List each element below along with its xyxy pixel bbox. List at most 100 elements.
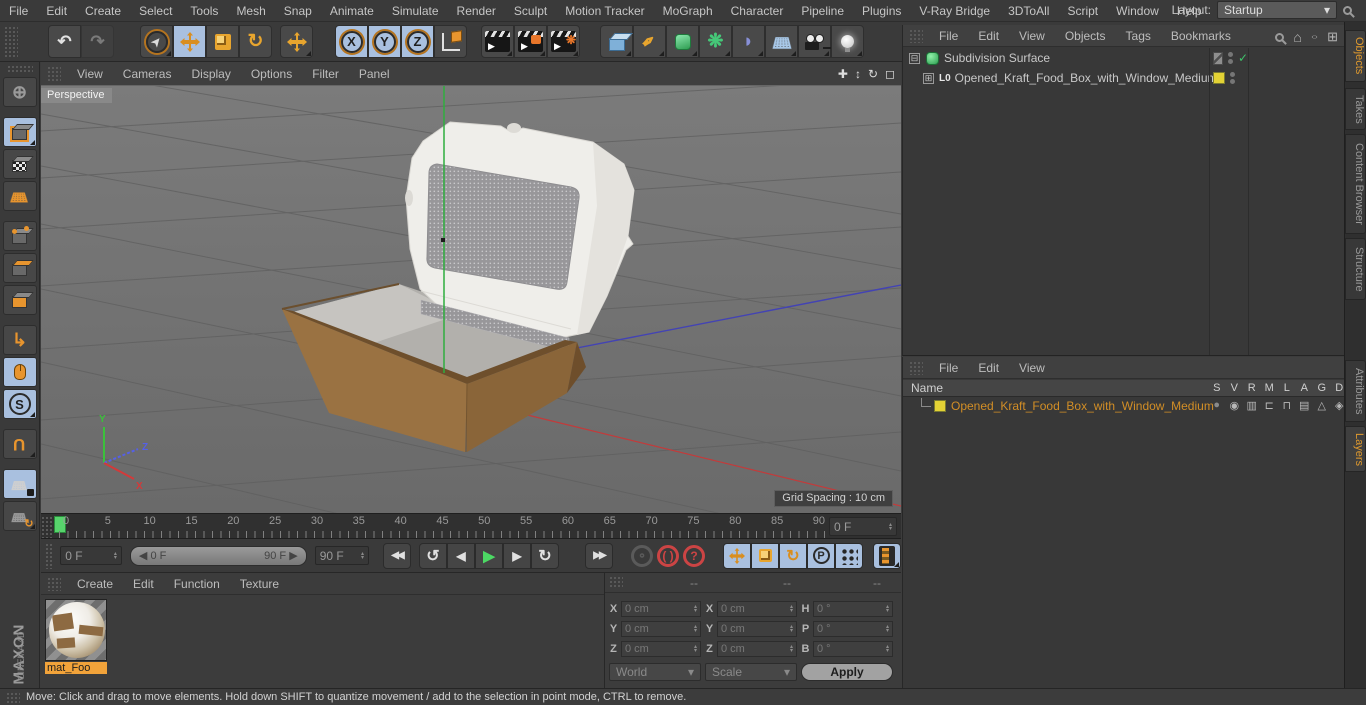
menu-file[interactable]: File [0, 0, 37, 22]
vp-menu-cameras[interactable]: Cameras [113, 67, 182, 81]
pos-x-field[interactable]: ▴▾ [621, 601, 701, 617]
tab-structure[interactable]: Structure [1345, 238, 1366, 300]
rot-p-field[interactable]: ▴▾ [813, 621, 893, 637]
coordinates-grip[interactable] [609, 576, 623, 589]
search-icon[interactable] [1275, 32, 1285, 42]
frame-range-slider[interactable]: ◀ 0 F 90 F ▶ [129, 545, 307, 566]
col-animation[interactable]: A [1296, 382, 1314, 394]
timeline-ruler[interactable]: 05 10 15 20 25 30 35 40 45 50 55 60 65 70 75 80… [41, 513, 901, 539]
scale-x-field[interactable]: ▴▾ [717, 601, 797, 617]
menu-create[interactable]: Create [76, 0, 130, 22]
redo-button[interactable]: ↷ [81, 25, 114, 58]
camera-rotate-icon[interactable]: ↻ [868, 67, 878, 81]
go-to-start-button[interactable]: ◀◀ [383, 542, 411, 569]
material-grip[interactable] [47, 576, 61, 591]
col-generators[interactable]: G [1313, 382, 1331, 394]
ruler-grip[interactable] [41, 516, 53, 538]
end-frame-field[interactable]: 90 F ▴ ▾ [314, 546, 369, 565]
layer-row[interactable]: Opened_Kraft_Food_Box_with_Window_Medium… [903, 397, 1345, 414]
go-to-end-button[interactable]: ▶▶ [585, 542, 613, 569]
generators-toggle-icon[interactable]: △ [1313, 399, 1331, 412]
lock-toggle-icon[interactable]: ⊓ [1278, 399, 1296, 412]
menu-sculpt[interactable]: Sculpt [505, 0, 556, 22]
range-right-icon[interactable]: ▶ [289, 550, 297, 562]
om-menu-tags[interactable]: Tags [1116, 29, 1161, 43]
start-frame-field[interactable]: 0 F ▴ ▾ [60, 546, 122, 565]
lock-x-axis-button[interactable]: X [335, 25, 368, 58]
om-menu-edit[interactable]: Edit [968, 29, 1009, 43]
vp-menu-view[interactable]: View [67, 67, 113, 81]
texture-mode-button[interactable] [2, 149, 37, 179]
add-array-button[interactable]: ❋ [699, 25, 732, 58]
lock-y-axis-button[interactable]: Y [368, 25, 401, 58]
range-left-icon[interactable]: ◀ [139, 550, 147, 562]
menu-script[interactable]: Script [1058, 0, 1107, 22]
key-position-button[interactable] [723, 542, 751, 569]
scale-z-field[interactable]: ▴▾ [717, 641, 797, 657]
menu-render[interactable]: Render [448, 0, 505, 22]
menu-3dtoall[interactable]: 3DToAll [999, 0, 1058, 22]
menu-mesh[interactable]: Mesh [227, 0, 274, 22]
layer-color-swatch[interactable] [1213, 72, 1225, 84]
polygons-mode-button[interactable] [2, 285, 37, 315]
scale-y-field[interactable]: ▴▾ [717, 621, 797, 637]
add-subdivision-surface-button[interactable] [666, 25, 699, 58]
current-frame-field[interactable]: 0 F ▴ ▾ [829, 517, 897, 536]
col-lock[interactable]: L [1278, 382, 1296, 394]
next-frame-button[interactable]: ▶ [503, 542, 531, 569]
make-editable-button[interactable]: ⊕ [2, 77, 37, 107]
visibility-dots[interactable] [1230, 72, 1235, 84]
add-light-button[interactable] [831, 25, 864, 58]
key-parameters-button[interactable]: P [807, 542, 835, 569]
points-mode-button[interactable] [2, 221, 37, 251]
view-toggle-icon[interactable]: ◉ [1226, 399, 1244, 412]
tab-takes[interactable]: Takes [1345, 88, 1366, 130]
timeline-mode-button[interactable] [873, 542, 901, 569]
transport-grip[interactable] [45, 542, 55, 569]
animation-toggle-icon[interactable]: ▤ [1296, 399, 1314, 412]
viewport-grip[interactable] [47, 65, 61, 82]
search-icon[interactable] [1343, 5, 1352, 15]
coordinate-system-button[interactable] [434, 25, 467, 58]
tab-layers[interactable]: Layers [1345, 426, 1366, 472]
add-primitive-button[interactable] [600, 25, 633, 58]
viewport-solo-button[interactable] [2, 357, 37, 387]
next-key-button[interactable]: ↻ [531, 542, 559, 569]
name-column-header[interactable]: Name [911, 381, 943, 395]
snap-settings-button[interactable]: S [2, 389, 37, 419]
om-menu-view[interactable]: View [1009, 29, 1055, 43]
lock-workplane-button[interactable]: ▦ [2, 469, 37, 499]
workplane-options-button[interactable]: ▦ ↻ [2, 501, 37, 531]
keyframe-help-button[interactable]: ? [683, 544, 705, 567]
render-settings-button[interactable]: ❋ ▶ [547, 25, 580, 58]
leftbar-grip[interactable] [6, 65, 33, 73]
mat-menu-function[interactable]: Function [164, 577, 230, 591]
manager-toggle-icon[interactable]: ⊏ [1261, 399, 1279, 412]
rot-b-field[interactable]: ▴▾ [813, 641, 893, 657]
spinner-icon[interactable]: ▴ ▾ [889, 522, 892, 532]
apply-button[interactable]: Apply [801, 663, 893, 681]
autokey-button[interactable]: ( ) [657, 544, 679, 567]
viewport-canvas[interactable]: Y Z X Perspective Grid Spacing : 10 cm [41, 86, 901, 513]
object-name[interactable]: Opened_Kraft_Food_Box_with_Window_Medium [955, 71, 1218, 85]
tab-objects[interactable]: Objects [1345, 30, 1366, 82]
vp-menu-options[interactable]: Options [241, 67, 302, 81]
record-key-button[interactable]: ⚬ [631, 544, 653, 567]
key-scale-button[interactable] [751, 542, 779, 569]
menu-tools[interactable]: Tools [181, 0, 227, 22]
layout-select[interactable]: Startup ▾ [1217, 1, 1337, 19]
rot-h-field[interactable]: ▴▾ [813, 601, 893, 617]
model-mode-button[interactable] [2, 117, 37, 147]
om-menu-objects[interactable]: Objects [1055, 29, 1116, 43]
om-menu-bookmarks[interactable]: Bookmarks [1161, 29, 1241, 43]
menu-animate[interactable]: Animate [321, 0, 383, 22]
object-row-kraft-box[interactable]: ⊞ L0 Opened_Kraft_Food_Box_with_Window_M… [903, 68, 1218, 88]
menu-pipeline[interactable]: Pipeline [792, 0, 853, 22]
menu-window[interactable]: Window [1107, 0, 1168, 22]
viewport-maximize-icon[interactable]: ◻ [885, 67, 895, 81]
menu-plugins[interactable]: Plugins [853, 0, 910, 22]
render-picture-viewer-button[interactable]: ▶ [514, 25, 547, 58]
scale-tool-button[interactable] [206, 25, 239, 58]
object-name[interactable]: Subdivision Surface [944, 51, 1050, 65]
object-row-subdivision-surface[interactable]: ⊟ Subdivision Surface [903, 48, 1209, 68]
